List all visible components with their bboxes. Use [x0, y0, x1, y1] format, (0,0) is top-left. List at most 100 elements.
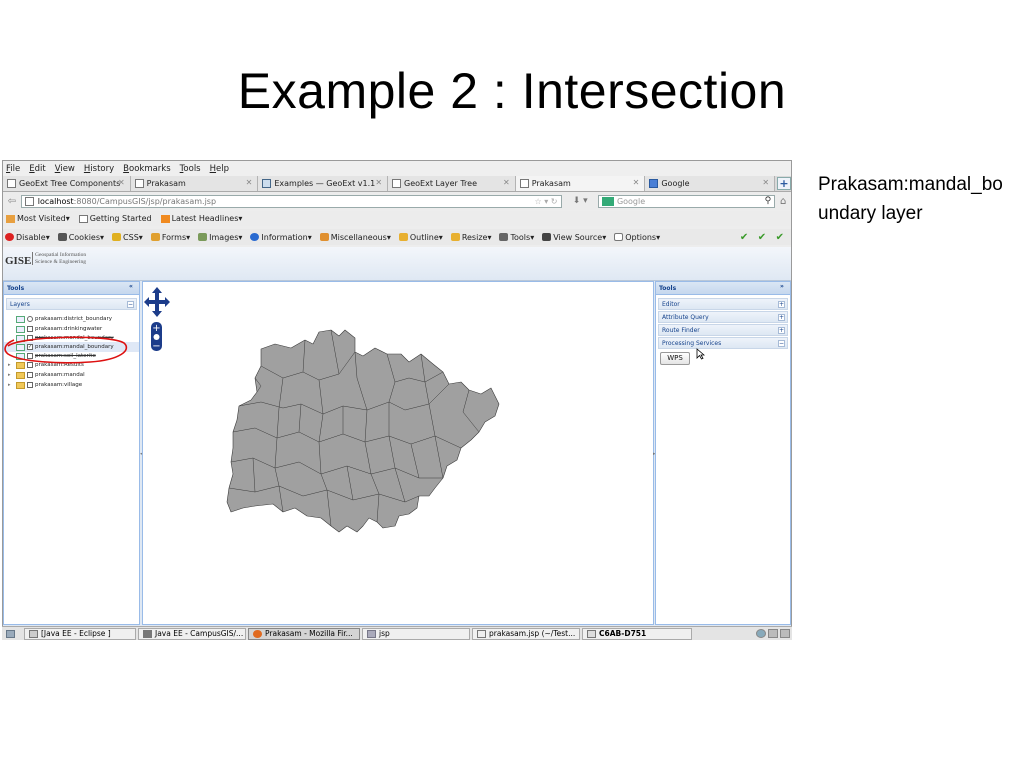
dev-information[interactable]: Information ▾ [250, 233, 312, 242]
layer-item[interactable]: prakasam:drinkingwater [4, 324, 139, 334]
task-label: C6AB-D751 [599, 629, 647, 638]
close-icon[interactable]: ✕ [503, 178, 510, 187]
layer-checkbox-checked[interactable]: ✓ [27, 344, 33, 350]
folder-checkbox[interactable] [27, 372, 33, 378]
expand-arrow-icon[interactable]: ▸ [8, 362, 14, 368]
menu-file[interactable]: File [6, 164, 20, 174]
dev-images[interactable]: Images ▾ [198, 233, 242, 242]
new-tab-button[interactable]: + [777, 177, 791, 190]
radio-button[interactable] [27, 316, 33, 322]
tab-geoext-examples[interactable]: Examples — GeoExt v1.1 ✕ [258, 176, 389, 191]
layer-item[interactable]: prakasam:district_boundary [4, 314, 139, 324]
workspace-icon[interactable] [768, 629, 778, 638]
task-firefox[interactable]: Prakasam - Mozilla Fir... [248, 627, 360, 640]
expand-icon[interactable]: + [778, 314, 785, 321]
dev-miscellaneous[interactable]: Miscellaneous ▾ [319, 233, 391, 242]
folder-checkbox[interactable] [27, 362, 33, 368]
bookmark-getting-started[interactable]: Getting Started [78, 214, 152, 223]
download-icon[interactable]: ⬇ ▾ [562, 196, 597, 206]
dev-options[interactable]: Options ▾ [614, 233, 660, 242]
zoom-in-icon[interactable]: + [152, 323, 160, 334]
collapse-right-icon[interactable]: » [780, 284, 787, 291]
close-icon[interactable]: ✕ [118, 178, 125, 187]
menu-bookmarks[interactable]: Bookmarks [123, 164, 171, 174]
layer-checkbox[interactable] [27, 326, 33, 332]
bookmark-latest-headlines[interactable]: Latest Headlines ▾ [160, 214, 242, 223]
dev-label: Tools [510, 232, 531, 242]
dev-view-source[interactable]: View Source ▾ [542, 233, 606, 242]
task-editor[interactable]: prakasam.jsp (~/Test... [472, 627, 580, 640]
task-drive[interactable]: C6AB-D751 [582, 627, 692, 640]
close-icon[interactable]: ✕ [762, 178, 769, 187]
wps-button[interactable]: WPS [660, 352, 690, 365]
folder-item[interactable]: ▸ prakasam:mandal [4, 370, 139, 380]
task-eclipse[interactable]: [Java EE - Eclipse ] [24, 627, 136, 640]
dev-resize[interactable]: Resize ▾ [450, 233, 491, 242]
dev-outline[interactable]: Outline ▾ [398, 233, 443, 242]
menu-view[interactable]: View [55, 164, 75, 174]
back-arrow-icon[interactable]: ⇦ [3, 196, 21, 207]
dev-tools[interactable]: Tools ▾ [499, 233, 534, 242]
home-icon[interactable]: ⌂ [775, 196, 791, 207]
bookmark-most-visited[interactable]: Most Visited ▾ [6, 214, 70, 223]
tab-prakasam[interactable]: Prakasam ✕ [130, 176, 259, 191]
trash-icon[interactable] [780, 629, 790, 638]
layer-item[interactable]: prakasam:mandal_boundary [4, 334, 139, 342]
layer-item[interactable]: prakasam:soil_laterite [4, 352, 139, 360]
resize-icon [450, 233, 460, 241]
zoom-control[interactable]: + − [151, 322, 162, 352]
star-icon[interactable]: ☆ ▾ ↻ [535, 197, 558, 206]
expand-arrow-icon[interactable]: ▸ [8, 372, 14, 378]
task-campusgis[interactable]: Java EE - CampusGIS/... [138, 627, 246, 640]
layer-checkbox[interactable] [27, 335, 33, 341]
menu-history[interactable]: History [84, 164, 114, 174]
close-icon[interactable]: ✕ [375, 178, 382, 187]
search-box[interactable]: Google ⚲ [597, 194, 776, 208]
task-jsp-folder[interactable]: jsp [362, 627, 470, 640]
tab-google[interactable]: Google ✕ [645, 176, 776, 191]
tab-geoext-tree-components[interactable]: GeoExt Tree Components ✕ [3, 176, 131, 191]
search-engine-icon[interactable] [601, 196, 614, 206]
tab-geoext-layer-tree[interactable]: GeoExt Layer Tree ✕ [388, 176, 516, 191]
zoom-out-icon[interactable]: − [152, 341, 160, 352]
district-outline[interactable] [226, 329, 500, 533]
source-icon [542, 233, 552, 241]
pan-control[interactable] [144, 287, 170, 317]
dev-disable[interactable]: Disable ▾ [5, 233, 50, 242]
desktop-icon [6, 629, 15, 638]
collapse-left-icon[interactable]: « [129, 284, 136, 291]
collapse-icon[interactable]: − [778, 340, 785, 347]
network-icon[interactable] [756, 629, 766, 638]
tab-prakasam-active[interactable]: Prakasam ✕ [515, 176, 646, 191]
tab-label: GeoExt Tree Components [19, 179, 121, 188]
section-editor[interactable]: Editor + [658, 298, 788, 310]
search-icon[interactable]: ⚲ [765, 196, 772, 206]
folder-item[interactable]: ▸ prakasam:village [4, 380, 139, 390]
expand-icon[interactable]: + [778, 301, 785, 308]
mandal-boundary-layer[interactable] [226, 329, 500, 533]
folder-checkbox[interactable] [27, 382, 33, 388]
menu-edit[interactable]: Edit [29, 164, 45, 174]
section-attribute-query[interactable]: Attribute Query + [658, 311, 788, 323]
close-icon[interactable]: ✕ [633, 178, 640, 187]
dev-forms[interactable]: Forms ▾ [150, 233, 190, 242]
expand-arrow-icon[interactable]: ▸ [8, 382, 14, 388]
map-view[interactable]: + − [142, 281, 654, 625]
expand-icon[interactable]: + [778, 327, 785, 334]
show-desktop-icon[interactable] [2, 628, 22, 640]
layer-item-selected[interactable]: ✓ prakasam:mandal_boundary [4, 342, 139, 352]
section-route-finder[interactable]: Route Finder + [658, 324, 788, 336]
collapse-icon[interactable]: − [127, 301, 134, 308]
dev-cookies[interactable]: Cookies ▾ [57, 233, 104, 242]
menu-tools[interactable]: Tools [180, 164, 201, 174]
folder-item[interactable]: ▸ prakasam:Results [4, 360, 139, 370]
layer-checkbox[interactable] [27, 353, 33, 359]
zoom-slider-handle[interactable] [153, 334, 160, 340]
menu-help[interactable]: Help [210, 164, 229, 174]
section-processing-services[interactable]: Processing Services − [658, 337, 788, 349]
url-bar[interactable]: localhost :8080/CampusGIS/jsp/prakasam.j… [20, 194, 563, 208]
layers-header: Layers − [6, 298, 137, 310]
dev-css[interactable]: CSS ▾ [112, 233, 143, 242]
close-icon[interactable]: ✕ [246, 178, 253, 187]
pan-arrows-icon[interactable] [144, 287, 170, 317]
